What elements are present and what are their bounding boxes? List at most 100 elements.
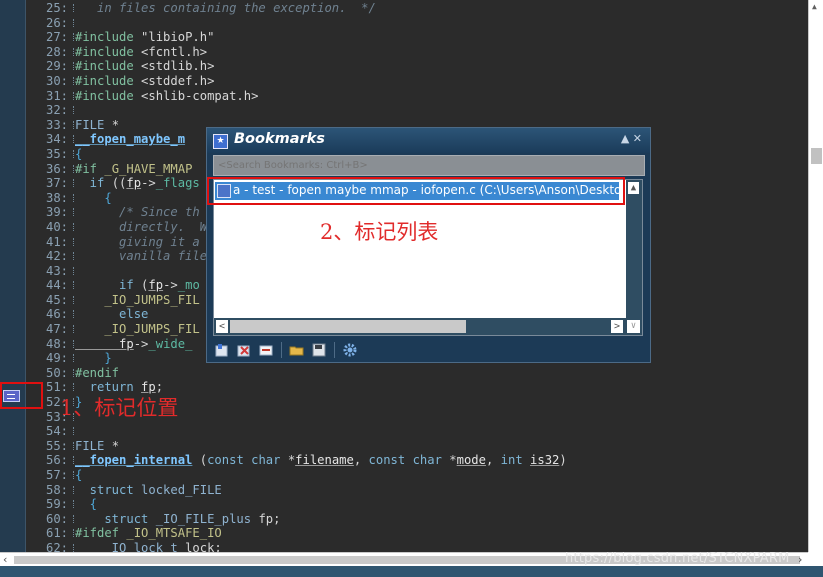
code-text: fp->_wide_: [75, 337, 192, 352]
code-token: #include: [75, 88, 142, 103]
code-token: _G_HAVE_MMAP: [104, 161, 193, 176]
code-line: 29: #include <stdlib.h>: [26, 59, 808, 74]
line-number: 44:: [45, 278, 68, 293]
scroll-up-arrow-icon[interactable]: ▲: [812, 2, 817, 11]
code-line: 26:: [26, 16, 808, 31]
line-number: 58:: [45, 482, 68, 497]
code-token: fp: [148, 278, 164, 293]
line-number: 25:: [45, 1, 68, 15]
code-line: 61: #ifdef _IO_MTSAFE_IO: [26, 526, 808, 541]
line-number: 61:: [45, 526, 68, 541]
editor-gutter[interactable]: [0, 0, 25, 552]
code-line: 25: in files containing the exception. *…: [26, 1, 808, 16]
scroll-right-arrow-icon[interactable]: ›: [798, 553, 802, 567]
scrollbar-corner: [808, 552, 823, 566]
line-number: 50:: [45, 365, 68, 380]
bookmarks-titlebar[interactable]: ★ Bookmarks ▲ ✕: [207, 128, 650, 153]
line-number: 30:: [45, 73, 68, 88]
bookmark-list-horizontal-scrollbar[interactable]: < > ∨: [214, 318, 642, 335]
line-number: 57:: [45, 468, 68, 482]
code-token: const char: [368, 453, 450, 468]
code-text: __fopen_internal (const char *filename, …: [75, 453, 567, 468]
gear-icon[interactable]: [341, 342, 359, 358]
line-number: 45:: [45, 292, 68, 307]
code-token: /* Since th: [75, 205, 200, 220]
code-token: #include: [75, 73, 142, 88]
code-token: _IO_lock_t: [75, 540, 186, 552]
code-token: {: [75, 190, 112, 205]
line-number: 41:: [45, 234, 68, 249]
bookmark-list-vertical-scrollbar[interactable]: ▲: [626, 180, 642, 319]
fold-guide: [73, 427, 78, 436]
line-number: 37:: [45, 176, 68, 191]
line-number: 42:: [45, 249, 68, 264]
open-folder-icon[interactable]: [288, 342, 306, 358]
code-token: *: [111, 117, 120, 132]
code-token: ,: [353, 453, 369, 468]
line-number: 32:: [45, 103, 68, 118]
line-number: 47:: [45, 322, 68, 337]
code-text: if ((fp->_flags: [75, 176, 200, 191]
toolbar-separator: [281, 342, 282, 358]
code-token: *: [111, 438, 120, 453]
code-text: giving it a: [75, 235, 207, 250]
scroll-left-arrow-icon[interactable]: ‹: [3, 553, 7, 567]
code-token: _IO_FILE_plus: [155, 511, 259, 526]
code-token: struct: [75, 482, 142, 497]
code-token: ,: [485, 453, 501, 468]
line-number: 60:: [45, 511, 68, 526]
add-bookmark-icon[interactable]: [213, 342, 231, 358]
code-token: mode: [456, 453, 486, 468]
line-number: 33:: [45, 117, 68, 132]
code-token: filename: [295, 453, 354, 468]
code-token: *: [449, 453, 457, 468]
window-controls[interactable]: ▲ ✕: [621, 132, 642, 145]
bookmark-list-scroll-thumb[interactable]: [230, 320, 466, 333]
code-text: if (fp->_mo: [75, 278, 200, 293]
code-text: in files containing the exception. */: [75, 1, 376, 16]
chevron-left-icon[interactable]: <: [216, 320, 228, 333]
code-text: _IO_JUMPS_FIL: [75, 322, 200, 337]
code-token: FILE: [75, 438, 112, 453]
code-text: #if _G_HAVE_MMAP: [75, 162, 192, 177]
code-token: lock;: [185, 540, 222, 552]
chevron-down-icon[interactable]: ∨: [627, 320, 640, 333]
remove-bookmark-icon[interactable]: [235, 342, 253, 358]
code-line: 32:: [26, 103, 808, 118]
code-text: #endif: [75, 366, 119, 381]
line-number: 28:: [45, 44, 68, 59]
editor-vertical-scrollbar[interactable]: ▲: [808, 0, 823, 552]
rename-bookmark-icon[interactable]: [257, 342, 275, 358]
code-token: _IO_JUMPS_FIL: [75, 292, 200, 307]
code-token: #if: [75, 161, 105, 176]
code-line: 57: {: [26, 468, 808, 483]
code-text: #include <shlib-compat.h>: [75, 89, 258, 104]
code-token: ((: [111, 176, 127, 191]
chevron-up-icon[interactable]: ▲: [628, 182, 639, 194]
bookmark-search-field[interactable]: [213, 155, 645, 176]
code-text: else: [75, 307, 148, 322]
chevron-right-icon[interactable]: >: [611, 320, 623, 333]
code-token: is32: [530, 453, 560, 468]
save-icon[interactable]: [310, 342, 328, 358]
bookmark-search-input[interactable]: [214, 156, 644, 175]
code-token: _flags: [155, 176, 200, 191]
code-token: else: [75, 307, 149, 322]
code-token: giving it a: [75, 234, 208, 249]
line-number: 31:: [45, 88, 68, 103]
line-number: 56:: [45, 453, 68, 468]
code-line: 50: #endif: [26, 366, 808, 381]
code-token: #include: [75, 59, 142, 74]
vertical-scroll-thumb[interactable]: [811, 148, 822, 164]
line-number: 38:: [45, 190, 68, 205]
code-token: <fcntl.h>: [141, 44, 208, 59]
code-text: #include "libioP.h": [75, 30, 214, 45]
code-line: 54:: [26, 424, 808, 439]
code-token: {: [75, 468, 83, 482]
code-token: _IO_JUMPS_FIL: [75, 322, 200, 337]
line-number: 34:: [45, 132, 68, 147]
code-token: ): [559, 453, 567, 468]
code-token: const char: [207, 453, 288, 468]
code-text: {: [75, 147, 82, 162]
star-icon: ★: [213, 134, 228, 149]
